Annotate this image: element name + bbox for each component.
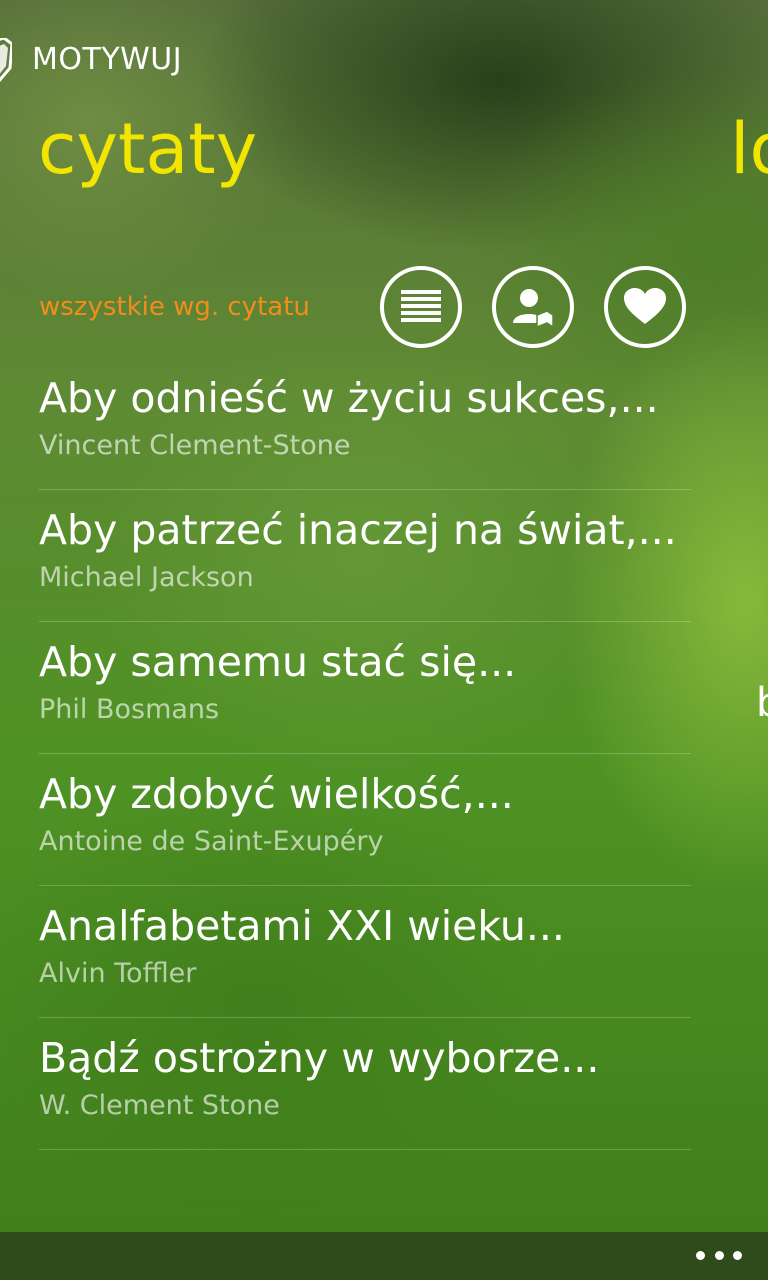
app-title: MOTYWUJ [32,42,183,77]
quote-text: Analfabetami XXI wieku... [39,902,565,950]
app-bar [0,1232,768,1280]
quote-author: W. Clement Stone [39,1090,280,1121]
quote-item[interactable]: Aby zdobyć wielkość,... Antoine de Saint… [39,754,691,886]
quote-author: Antoine de Saint-Exupéry [39,826,384,857]
quote-item[interactable]: Aby samemu stać się... Phil Bosmans [39,622,691,754]
quote-item[interactable]: Aby patrzeć inaczej na świat,... Michael… [39,490,691,622]
ellipsis-icon [696,1250,705,1260]
quote-text: Aby zdobyć wielkość,... [39,770,514,818]
filter-label[interactable]: wszystkie wg. cytatu [39,292,310,322]
quote-item[interactable]: Analfabetami XXI wieku... Alvin Toffler [39,886,691,1018]
ellipsis-icon [714,1250,724,1260]
favorites-button[interactable] [604,266,686,348]
quote-author: Michael Jackson [39,562,254,593]
pivot-title-current[interactable]: cytaty [38,114,257,184]
shield-icon [0,38,12,82]
ellipsis-icon [733,1250,742,1260]
more-options-button[interactable] [696,1248,742,1262]
list-icon [401,290,441,322]
quote-text: Bądź ostrożny w wyborze... [39,1034,600,1082]
quote-text: Aby odnieść w życiu sukces,... [39,374,659,422]
authors-icon [513,289,554,329]
quote-author: Vincent Clement-Stone [39,430,351,461]
quote-list: Aby odnieść w życiu sukces,... Vincent C… [39,358,691,1150]
quote-author: Phil Bosmans [39,694,220,725]
next-page-peek: b [756,680,768,726]
quote-text: Aby samemu stać się... [39,638,517,686]
authors-button[interactable] [492,266,574,348]
pivot-title-next[interactable]: lo [730,114,768,184]
quote-author: Alvin Toffler [39,958,197,989]
heart-icon [624,288,666,324]
list-view-button[interactable] [380,266,462,348]
quote-item[interactable]: Aby odnieść w życiu sukces,... Vincent C… [39,358,691,490]
quote-item[interactable]: Bądź ostrożny w wyborze... W. Clement St… [39,1018,691,1150]
quote-text: Aby patrzeć inaczej na świat,... [39,506,677,554]
